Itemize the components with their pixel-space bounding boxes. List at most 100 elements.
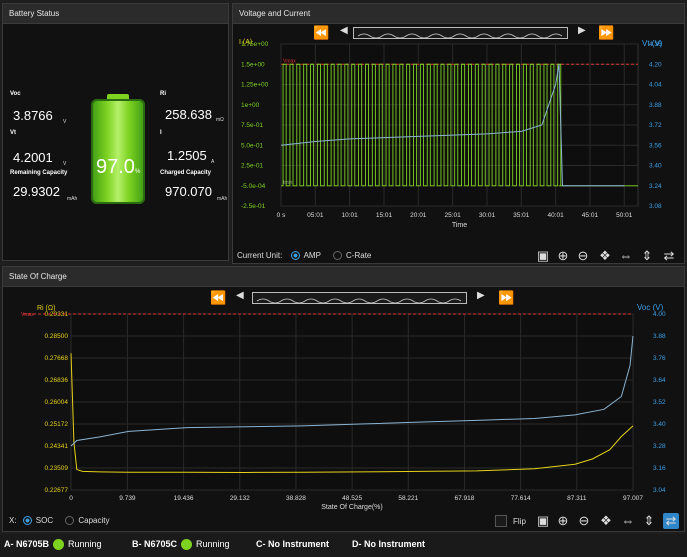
battery-percent: 97.0% bbox=[96, 156, 141, 178]
soc-radio[interactable] bbox=[22, 516, 32, 526]
voc-value: 3.8766 bbox=[13, 108, 53, 123]
y-right-tick-label: 4.36 bbox=[649, 41, 662, 48]
soc-x-tick-label: 58.221 bbox=[398, 495, 418, 502]
voltage-current-panel: Voltage and Current ⏪ ◀ ▶ ⏩ I (A) Vt (V) 1… bbox=[232, 3, 685, 264]
soc-y-left-tick-label: 0.22677 bbox=[45, 487, 69, 494]
instrument-b-name: B- N6705C bbox=[132, 539, 178, 549]
x-tick-label: 25:01 bbox=[444, 212, 461, 219]
current-unit: A bbox=[211, 159, 215, 165]
x-tick-label: 50:01 bbox=[616, 212, 633, 219]
charged-capacity-label: Charged Capacity bbox=[160, 170, 212, 176]
soc-fit-horizontal-icon[interactable]: ⇔ bbox=[620, 513, 636, 529]
capacity-radio[interactable] bbox=[65, 516, 75, 526]
soc-y-left-tick-label: 0.23509 bbox=[45, 465, 69, 472]
instrument-a-state: Running bbox=[68, 539, 102, 549]
battery-status-title: Battery Status bbox=[3, 4, 228, 24]
fit-vertical-icon[interactable]: ⇕ bbox=[639, 248, 655, 264]
instrument-a: A- N6705B Running bbox=[4, 539, 102, 551]
y-right-tick-label: 3.88 bbox=[649, 102, 662, 109]
soc-y-right-tick-label: 3.52 bbox=[653, 399, 666, 406]
soc-y-left-tick-label: 0.28500 bbox=[45, 333, 69, 340]
soc-x-tick-label: 87.311 bbox=[567, 495, 587, 502]
soc-y-left-tick-label: 0.27668 bbox=[45, 355, 69, 362]
vt-label: Vt bbox=[10, 130, 16, 136]
soc-y-right-tick-label: 3.76 bbox=[653, 355, 666, 362]
soc-pan-icon[interactable]: ⇄ bbox=[663, 513, 679, 529]
y-left-tick-label: -2.5e-01 bbox=[241, 203, 266, 210]
y-right-tick-label: 3.40 bbox=[649, 163, 662, 170]
battery-icon bbox=[91, 94, 145, 204]
soc-zoom-region-icon[interactable]: ▣ bbox=[535, 513, 551, 529]
soc-y-right-tick-label: 4.00 bbox=[653, 311, 666, 318]
x-tick-label: 40:01 bbox=[547, 212, 564, 219]
y-left-tick-label: 1e+00 bbox=[241, 102, 260, 109]
soc-x-tick-label: 67.918 bbox=[455, 495, 475, 502]
y-right-tick-label: 3.08 bbox=[649, 203, 662, 210]
ri-unit: mΩ bbox=[216, 117, 224, 123]
charged-capacity-value: 970.070 bbox=[165, 184, 212, 199]
soc-option-label: SOC bbox=[35, 516, 54, 525]
soc-zoom-in-icon[interactable]: ⊕ bbox=[555, 513, 571, 529]
soc-x-tick-label: 19.436 bbox=[174, 495, 194, 502]
soc-vmax-marker-label: Vmax bbox=[21, 312, 34, 318]
soc-fit-all-icon[interactable]: ❖ bbox=[598, 513, 614, 529]
fit-horizontal-icon[interactable]: ⇔ bbox=[618, 248, 634, 264]
voc-unit: V bbox=[63, 119, 67, 125]
amp-radio[interactable] bbox=[290, 251, 300, 261]
x-tick-label: 30:01 bbox=[479, 212, 496, 219]
soc-zoom-out-icon[interactable]: ⊖ bbox=[576, 513, 592, 529]
soc-y-left-tick-label: 0.24341 bbox=[45, 443, 69, 450]
c-rate-label: C-Rate bbox=[346, 251, 372, 260]
state-of-charge-chart[interactable]: Ri (Ω) Voc (V)0.293310.285000.276680.2683… bbox=[3, 300, 684, 512]
fit-all-icon[interactable]: ❖ bbox=[597, 248, 613, 264]
pan-icon[interactable]: ⇄ bbox=[661, 248, 677, 264]
soc-y-left-tick-label: 0.25172 bbox=[45, 421, 69, 428]
imin-marker-label: Imin bbox=[283, 180, 293, 186]
x-tick-label: 15:01 bbox=[376, 212, 393, 219]
vmax-marker-label: Vmax bbox=[283, 58, 296, 64]
voltage-current-chart[interactable]: I (A) Vt (V)1.75e+001.5e+001.25e+001e+007… bbox=[233, 34, 684, 249]
soc-x-tick-label: 0 bbox=[69, 495, 73, 502]
x-tick-label: 10:01 bbox=[342, 212, 359, 219]
y-right-tick-label: 3.24 bbox=[649, 183, 662, 190]
zoom-out-icon[interactable]: ⊖ bbox=[575, 248, 591, 264]
soc-x-tick-label: 77.614 bbox=[511, 495, 531, 502]
flip-label: Flip bbox=[513, 517, 526, 526]
y-right-tick-label: 4.20 bbox=[649, 61, 662, 68]
y-left-tick-label: -5.0e-04 bbox=[241, 183, 266, 190]
current-label: I bbox=[160, 130, 162, 136]
zoom-in-icon[interactable]: ⊕ bbox=[555, 248, 571, 264]
instrument-b-status-icon bbox=[181, 539, 193, 551]
instrument-b: B- N6705C Running bbox=[132, 539, 230, 551]
charged-capacity-unit: mAh bbox=[217, 196, 228, 202]
amp-label: AMP bbox=[303, 251, 321, 260]
soc-x-tick-label: 29.132 bbox=[230, 495, 250, 502]
instrument-d: D- No Instrument bbox=[352, 539, 425, 549]
soc-y-right-tick-label: 3.40 bbox=[653, 421, 666, 428]
soc-y-right-tick-label: 3.04 bbox=[653, 487, 666, 494]
x-tick-label: 05:01 bbox=[307, 212, 324, 219]
remaining-capacity-label: Remaining Capacity bbox=[10, 170, 68, 176]
x-tick-label: 45:01 bbox=[582, 212, 599, 219]
y-left-tick-label: 1.75e+00 bbox=[241, 41, 269, 48]
current-value: 1.2505 bbox=[167, 148, 207, 163]
capacity-option-label: Capacity bbox=[78, 516, 110, 525]
voltage-current-title: Voltage and Current bbox=[233, 4, 684, 24]
instrument-c: C- No Instrument bbox=[256, 539, 329, 549]
ri-value: 258.638 bbox=[165, 107, 212, 122]
y-left-tick-label: 1.5e+00 bbox=[241, 61, 265, 68]
soc-fit-vertical-icon[interactable]: ⇕ bbox=[641, 513, 657, 529]
state-of-charge-title: State Of Charge bbox=[3, 267, 684, 287]
soc-x-tick-label: 48.525 bbox=[342, 495, 362, 502]
zoom-region-icon[interactable]: ▣ bbox=[535, 248, 551, 264]
x-axis-control: X: SOC Capacity bbox=[9, 516, 110, 526]
soc-y-right-tick-label: 3.88 bbox=[653, 333, 666, 340]
c-rate-radio[interactable] bbox=[333, 251, 343, 261]
soc-y-right-tick-label: 3.64 bbox=[653, 377, 666, 384]
current-unit-label: Current Unit: bbox=[237, 251, 283, 260]
remaining-capacity-value: 29.9302 bbox=[13, 184, 60, 199]
y-left-tick-label: 7.5e-01 bbox=[241, 122, 263, 129]
flip-checkbox[interactable] bbox=[495, 515, 507, 527]
soc-x-axis-title: State Of Charge(%) bbox=[321, 504, 382, 511]
x-tick-label: 35:01 bbox=[513, 212, 530, 219]
